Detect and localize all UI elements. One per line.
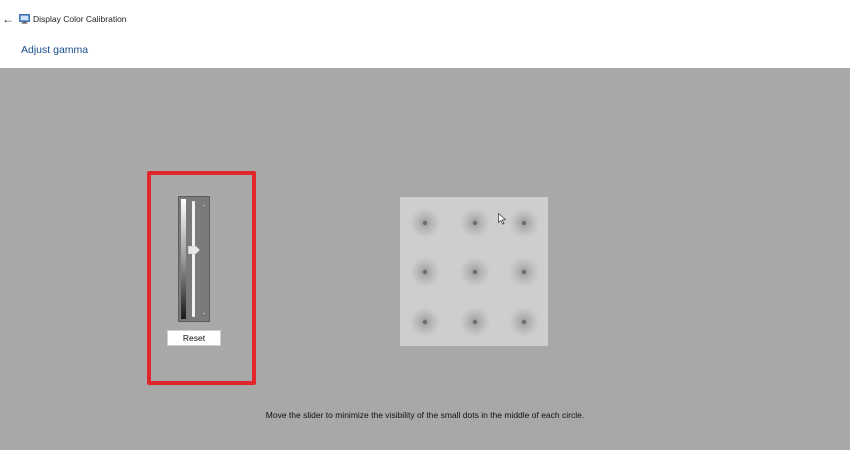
slider-tick-bottom bbox=[203, 313, 205, 314]
gamma-center-dot bbox=[472, 269, 478, 275]
title-bar: ← Display Color Calibration bbox=[0, 10, 300, 28]
gamma-sample-svg bbox=[400, 197, 548, 346]
gamma-sample-image bbox=[400, 197, 548, 346]
gamma-center-dot bbox=[422, 269, 428, 275]
gamma-slider-track[interactable] bbox=[192, 201, 195, 317]
gamma-center-dot bbox=[472, 319, 478, 325]
mouse-cursor-icon bbox=[498, 213, 507, 225]
gamma-center-dot bbox=[521, 220, 527, 226]
gamma-center-dot bbox=[521, 319, 527, 325]
gamma-slider-panel bbox=[178, 196, 210, 322]
back-arrow-icon[interactable]: ← bbox=[2, 10, 14, 28]
app-title: Display Color Calibration bbox=[33, 14, 127, 24]
gamma-slider-thumb[interactable] bbox=[188, 245, 200, 254]
display-calibration-icon bbox=[19, 14, 30, 24]
reset-button[interactable]: Reset bbox=[167, 330, 221, 346]
gamma-center-dot bbox=[472, 220, 478, 226]
slider-tick-top bbox=[203, 205, 205, 206]
gamma-center-dot bbox=[422, 319, 428, 325]
instructions-text: Move the slider to minimize the visibili… bbox=[265, 410, 585, 420]
gamma-gradient-bar bbox=[181, 199, 186, 319]
gamma-center-dot bbox=[422, 220, 428, 226]
page-title: Adjust gamma bbox=[21, 44, 89, 56]
gamma-center-dot bbox=[521, 269, 527, 275]
header: ← Display Color Calibration Adjust gamma bbox=[0, 0, 850, 68]
